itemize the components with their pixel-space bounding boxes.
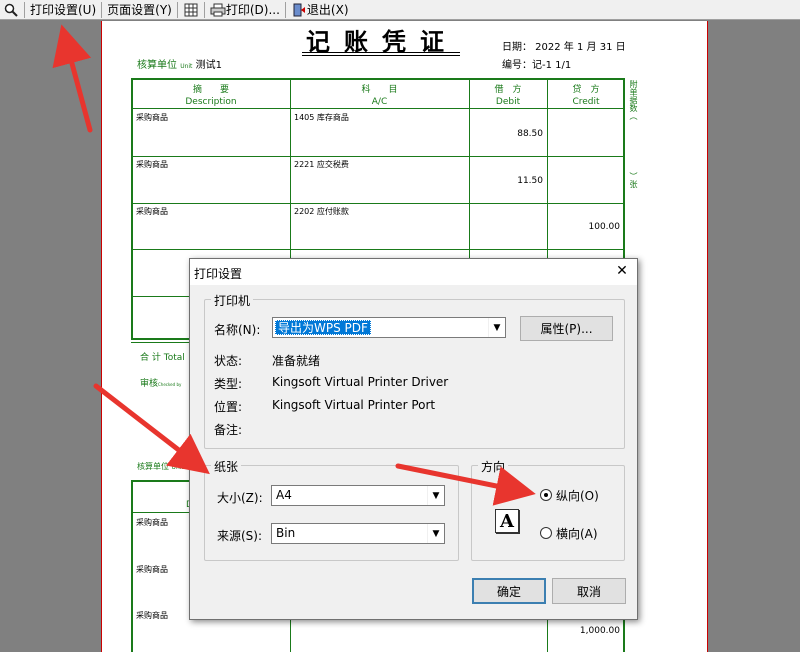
paper-source-dropdown[interactable]: Bin ▼: [271, 523, 445, 544]
print-setup-button[interactable]: 打印设置(U): [27, 1, 99, 19]
zoom-button[interactable]: [0, 1, 22, 19]
voucher-unit: 核算单位 Unit 测试1: [137, 56, 222, 71]
row-description: 采购商品: [136, 207, 168, 216]
comment-label: 备注:: [214, 423, 243, 437]
voucher-number: 编号：记-1 1/1: [502, 60, 572, 71]
grid-button[interactable]: [180, 1, 202, 19]
chevron-down-icon[interactable]: ▼: [427, 524, 444, 543]
toolbar: 打印设置(U) 页面设置(Y) 打印(D)... 退出(X): [0, 0, 800, 20]
printer-group-label: 打印机: [211, 292, 254, 309]
toolbar-separator: [284, 1, 286, 18]
properties-button[interactable]: 属性(P)...: [520, 316, 613, 341]
where-value: Kingsoft Virtual Printer Port: [272, 398, 436, 412]
exit-door-icon: [291, 2, 307, 18]
row-debit: 88.50: [517, 129, 543, 139]
lower-unit: 核算单位 Unit: [137, 461, 184, 472]
toolbar-separator: [24, 1, 25, 18]
row-account: 1405 库存商品: [294, 113, 349, 122]
reviewer: 审核Checked by: [140, 376, 181, 389]
toolbar-separator: [101, 1, 103, 18]
page-setup-button[interactable]: 页面设置(Y): [104, 1, 175, 19]
unit-value: 测试1: [195, 60, 222, 71]
orientation-group-label: 方向: [478, 458, 509, 475]
magnifier-icon: [3, 2, 19, 18]
cancel-button[interactable]: 取消: [552, 578, 626, 604]
name-label: 名称(N):: [214, 323, 261, 337]
lower-row-description: 采购商品: [136, 518, 168, 527]
attachment-count-open: 附单据数（: [629, 80, 638, 120]
toolbar-separator: [176, 1, 178, 18]
status-value: 准备就绪: [272, 354, 321, 368]
landscape-label[interactable]: 横向(A): [556, 525, 598, 542]
ok-button[interactable]: 确定: [472, 578, 546, 604]
type-label: 类型:: [214, 377, 243, 391]
close-icon[interactable]: ✕: [613, 262, 631, 280]
print-setup-dialog: 打印设置 ✕ 打印机 名称(N): 导出为WPS PDF ▼ 属性(P)... …: [189, 258, 638, 620]
lower-row-description: 采购商品: [136, 565, 168, 574]
voucher-title-underline: [302, 52, 460, 56]
lower-row-credit: 1,000.00: [579, 626, 620, 636]
chevron-down-icon[interactable]: ▼: [488, 318, 505, 337]
unit-label: 核算单位: [137, 60, 177, 71]
portrait-label[interactable]: 纵向(O): [556, 487, 599, 504]
total-label: 合 计 Total: [140, 353, 185, 363]
header-debit: 借 方 Debit: [494, 85, 522, 107]
source-label: 来源(S):: [217, 529, 263, 543]
table-row-line: [131, 249, 625, 250]
paper-size-value: A4: [276, 488, 292, 502]
chevron-down-icon[interactable]: ▼: [427, 486, 444, 505]
dialog-title-bar[interactable]: 打印设置 ✕: [190, 259, 637, 285]
row-debit: 11.50: [517, 176, 543, 186]
landscape-radio[interactable]: [540, 527, 552, 539]
exit-button[interactable]: 退出(X): [288, 1, 352, 19]
status-label: 状态:: [214, 354, 243, 368]
header-credit: 贷 方 Credit: [572, 85, 600, 107]
lower-unit-label-en: Unit: [171, 464, 184, 471]
row-description: 采购商品: [136, 113, 168, 122]
attachment-count-close: ）张: [629, 172, 638, 188]
portrait-radio[interactable]: [540, 489, 552, 501]
printer-name-value: 导出为WPS PDF: [275, 320, 371, 335]
row-account: 2221 应交税费: [294, 160, 349, 169]
unit-label-en: Unit: [180, 63, 193, 70]
row-credit: 100.00: [588, 222, 621, 232]
table-row-line: [131, 203, 625, 204]
voucher-date: 日期： 2022 年 1 月 31 日: [502, 42, 626, 53]
arrow-to-print-setup: [52, 24, 93, 133]
reviewer-label-en: Checked by: [158, 382, 182, 387]
lower-row-description: 采购商品: [136, 611, 168, 620]
paper-source-value: Bin: [276, 526, 296, 540]
header-description: 摘 要 Description: [185, 85, 237, 107]
dialog-title: 打印设置: [194, 267, 243, 281]
table-row-line: [131, 156, 625, 157]
toolbar-separator: [203, 1, 205, 18]
size-label: 大小(Z):: [217, 491, 263, 505]
exit-button-label: 退出(X): [306, 3, 349, 17]
header-account: 科 目 A/C: [361, 85, 398, 107]
paper-size-dropdown[interactable]: A4 ▼: [271, 485, 445, 506]
lower-unit-label: 核算单位: [137, 462, 169, 471]
reviewer-label: 审核: [140, 379, 159, 389]
paper-group-label: 纸张: [211, 458, 242, 475]
type-value: Kingsoft Virtual Printer Driver: [272, 375, 449, 389]
where-label: 位置:: [214, 400, 243, 414]
paper-group: 纸张: [204, 458, 459, 561]
grid-icon: [183, 2, 199, 18]
printer-name-dropdown[interactable]: 导出为WPS PDF ▼: [272, 317, 506, 338]
print-button[interactable]: 打印(D)...: [207, 1, 283, 19]
printer-icon: [210, 2, 226, 18]
table-row-line: [131, 108, 625, 109]
portrait-page-icon: A: [495, 509, 519, 533]
row-description: 采购商品: [136, 160, 168, 169]
row-account: 2202 应付账款: [294, 207, 349, 216]
print-button-label: 打印(D)...: [225, 3, 280, 17]
